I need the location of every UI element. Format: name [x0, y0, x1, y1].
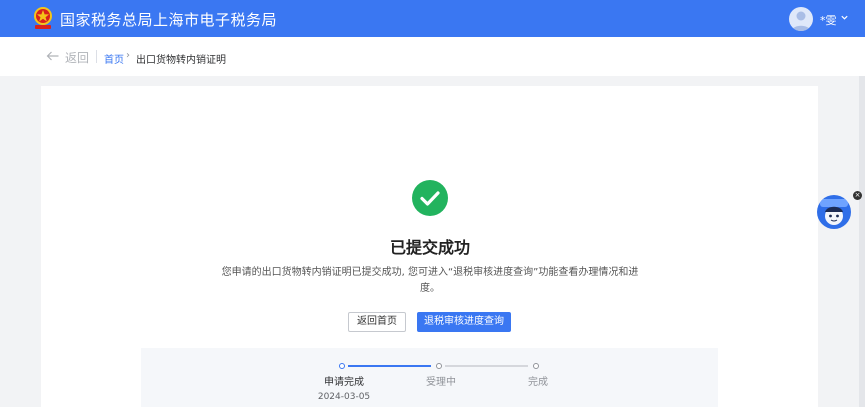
- top-header-bar: 国家税务总局上海市电子税务局 *雯: [0, 0, 865, 37]
- result-title: 已提交成功: [389, 238, 470, 257]
- step-label: 申请完成: [324, 377, 364, 388]
- divider: [96, 50, 97, 63]
- chevron-right-icon: ›: [126, 50, 130, 61]
- close-icon[interactable]: ×: [853, 191, 862, 200]
- back-arrow-icon[interactable]: [46, 51, 59, 61]
- chevron-down-icon[interactable]: [840, 13, 849, 22]
- step-label: 受理中: [426, 377, 456, 388]
- return-home-button[interactable]: 返回首页: [348, 312, 406, 332]
- site-title: 国家税务总局上海市电子税务局: [60, 11, 278, 29]
- step-dot-pending: [533, 363, 539, 369]
- step-dot-pending: [436, 363, 442, 369]
- step-label: 完成: [528, 377, 548, 388]
- breadcrumb-home-link[interactable]: 首页: [104, 51, 124, 66]
- result-description: 您申请的出口货物转内销证明已提交成功, 您可进入“退税审核进度查询”功能查看办理…: [221, 267, 639, 294]
- tax-emblem-icon: [34, 7, 52, 29]
- page-scrollbar[interactable]: [859, 76, 865, 407]
- back-button[interactable]: 返回: [65, 49, 89, 66]
- user-avatar-icon[interactable]: [789, 7, 813, 31]
- step-connector-done: [348, 365, 431, 367]
- step-date: 2024-03-05: [317, 392, 371, 402]
- breadcrumb-bar: 返回 首页 › 出口货物转内销证明: [0, 37, 865, 76]
- breadcrumb-current: 出口货物转内销证明: [136, 55, 226, 66]
- step-connector-pending: [445, 365, 528, 367]
- assistant-robot-icon[interactable]: [817, 195, 851, 229]
- step-dot-done: [339, 363, 345, 369]
- refund-progress-query-button[interactable]: 退税审核进度查询: [417, 312, 511, 332]
- user-name[interactable]: *雯: [820, 12, 837, 28]
- success-check-icon: [412, 180, 448, 216]
